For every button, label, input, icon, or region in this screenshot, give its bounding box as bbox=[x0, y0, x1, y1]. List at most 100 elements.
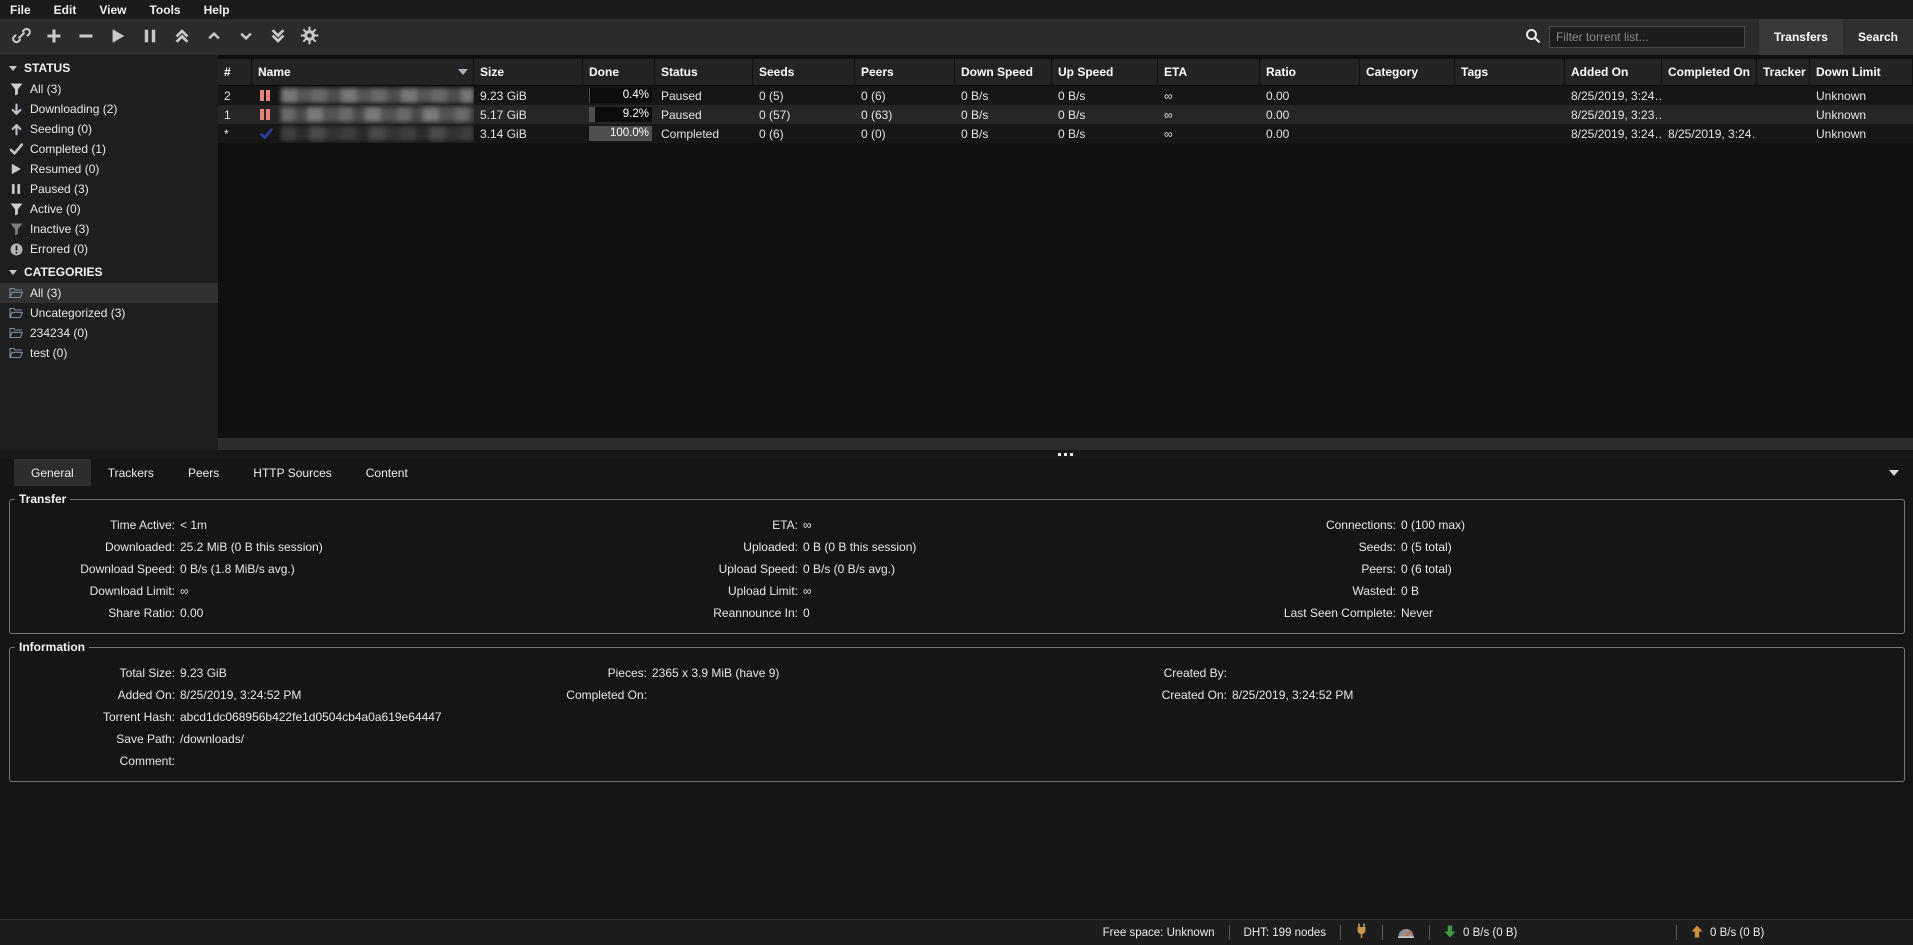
cell-added_on: 8/25/2019, 3:23… bbox=[1565, 105, 1662, 124]
sidebar-item-uncategorized-3-[interactable]: Uncategorized (3) bbox=[0, 303, 218, 323]
toolbar-resume-button[interactable] bbox=[104, 23, 131, 51]
field-label: Download Limit: bbox=[10, 580, 175, 602]
column-header-up-speed[interactable]: Up Speed bbox=[1052, 59, 1158, 85]
torrent-row[interactable]: 15.17 GiB9.2%Paused0 (57)0 (63)0 B/s0 B/… bbox=[218, 105, 1913, 124]
field-value: 0 bbox=[803, 602, 810, 624]
field-row: Torrent Hash:abcd1dc068956b422fe1d0504cb… bbox=[10, 706, 555, 728]
column-header-added-on[interactable]: Added On bbox=[1565, 59, 1662, 85]
toolbar-increase-priority-button[interactable] bbox=[200, 23, 227, 51]
toolbar-add-torrent-file-button[interactable] bbox=[40, 23, 67, 51]
sidebar-section-header-categories[interactable]: CATEGORIES bbox=[0, 259, 218, 283]
sidebar-section-title: CATEGORIES bbox=[24, 265, 102, 279]
field-value: 0 B/s (0 B/s avg.) bbox=[803, 558, 895, 580]
progress-label: 9.2% bbox=[623, 107, 649, 122]
column-header-peers[interactable]: Peers bbox=[855, 59, 955, 85]
column-header-seeds[interactable]: Seeds bbox=[753, 59, 855, 85]
tab-general[interactable]: General bbox=[14, 459, 91, 486]
cell-up_speed: 0 B/s bbox=[1052, 124, 1158, 143]
sidebar-item-paused-3-[interactable]: Paused (3) bbox=[0, 179, 218, 199]
sidebar-item-test-0-[interactable]: test (0) bbox=[0, 343, 218, 363]
cell-value: 0 (63) bbox=[861, 108, 892, 122]
column-header-down-speed[interactable]: Down Speed bbox=[955, 59, 1052, 85]
field-label: Created By: bbox=[1145, 662, 1227, 684]
column-header-done[interactable]: Done bbox=[583, 59, 655, 85]
toolbar-delete-torrent-button[interactable] bbox=[72, 23, 99, 51]
connection-status[interactable] bbox=[1341, 923, 1382, 942]
field-value: ∞ bbox=[803, 580, 812, 602]
field-value: 0 (100 max) bbox=[1401, 514, 1465, 536]
splitter-handle-icon[interactable] bbox=[218, 453, 1913, 456]
sidebar-item-234234-0-[interactable]: 234234 (0) bbox=[0, 323, 218, 343]
cell-category bbox=[1360, 86, 1455, 105]
toolbar-decrease-priority-button[interactable] bbox=[232, 23, 259, 51]
toolbar-bottom-priority-button[interactable] bbox=[264, 23, 291, 51]
cell-seeds: 0 (5) bbox=[753, 86, 855, 105]
menu-edit[interactable]: Edit bbox=[54, 3, 77, 17]
toolbar-right: TransfersSearch bbox=[1525, 19, 1913, 55]
sidebar-section-header-status[interactable]: STATUS bbox=[0, 55, 218, 79]
column-header-category[interactable]: Category bbox=[1360, 59, 1455, 85]
column-header-status[interactable]: Status bbox=[655, 59, 753, 85]
cell-ratio: 0.00 bbox=[1260, 124, 1360, 143]
column-header-name[interactable]: Name bbox=[252, 59, 474, 85]
speed-limits-toggle[interactable] bbox=[1383, 924, 1429, 941]
chevron-down-icon bbox=[9, 66, 17, 71]
toolbar-pause-button[interactable] bbox=[136, 23, 163, 51]
sidebar-item-label: Active (0) bbox=[30, 202, 81, 216]
cell-value: 1 bbox=[224, 108, 231, 122]
column-header-ratio[interactable]: Ratio bbox=[1260, 59, 1360, 85]
sidebar-item-resumed-0-[interactable]: Resumed (0) bbox=[0, 159, 218, 179]
field-row: Pieces:2365 x 3.9 MiB (have 9) bbox=[555, 662, 1145, 684]
torrent-row[interactable]: *3.14 GiB100.0%Completed0 (6)0 (0)0 B/s0… bbox=[218, 124, 1913, 143]
column-header-tracker[interactable]: Tracker bbox=[1757, 59, 1810, 85]
toolbar-options-button[interactable] bbox=[296, 23, 323, 51]
sidebar-item-downloading-2-[interactable]: Downloading (2) bbox=[0, 99, 218, 119]
chevron-down-icon[interactable] bbox=[1889, 470, 1899, 476]
tab-content[interactable]: Content bbox=[349, 459, 425, 486]
information-legend: Information bbox=[15, 640, 89, 654]
progress-bar: 0.4% bbox=[589, 88, 652, 103]
column-header-tags[interactable]: Tags bbox=[1455, 59, 1565, 85]
cell-category bbox=[1360, 124, 1455, 143]
view-tab-transfers[interactable]: Transfers bbox=[1759, 19, 1843, 55]
sidebar-item-active-0-[interactable]: Active (0) bbox=[0, 199, 218, 219]
column-header-label: Name bbox=[258, 65, 291, 79]
sidebar-item-inactive-3-[interactable]: Inactive (3) bbox=[0, 219, 218, 239]
menu-view[interactable]: View bbox=[99, 3, 126, 17]
menu-help[interactable]: Help bbox=[204, 3, 230, 17]
torrent-filter-input[interactable] bbox=[1549, 26, 1745, 48]
cell-value: 0 (6) bbox=[861, 89, 886, 103]
column-header-size[interactable]: Size bbox=[474, 59, 583, 85]
cell-value: 0 B/s bbox=[961, 127, 988, 141]
column-header-eta[interactable]: ETA bbox=[1158, 59, 1260, 85]
horizontal-scrollbar[interactable] bbox=[218, 438, 1913, 450]
toolbar-add-torrent-link-button[interactable] bbox=[8, 23, 35, 51]
sidebar-item-completed-1-[interactable]: Completed (1) bbox=[0, 139, 218, 159]
menu-tools[interactable]: Tools bbox=[149, 3, 180, 17]
panel-splitter[interactable] bbox=[0, 450, 1913, 459]
column-header-completed-on[interactable]: Completed On bbox=[1662, 59, 1757, 85]
column-header--[interactable]: # bbox=[218, 59, 252, 85]
view-tab-search[interactable]: Search bbox=[1843, 19, 1913, 55]
sidebar-item-all-3-[interactable]: All (3) bbox=[0, 283, 218, 303]
field-column: ETA:∞Uploaded:0 B (0 B this session)Uplo… bbox=[610, 514, 1230, 624]
information-grid: Total Size:9.23 GiBAdded On:8/25/2019, 3… bbox=[10, 662, 1904, 772]
sidebar-item-all-3-[interactable]: All (3) bbox=[0, 79, 218, 99]
torrent-row[interactable]: 29.23 GiB0.4%Paused0 (5)0 (6)0 B/s0 B/s∞… bbox=[218, 86, 1913, 105]
tab-http-sources[interactable]: HTTP Sources bbox=[236, 459, 348, 486]
field-value: /downloads/ bbox=[180, 728, 244, 750]
cell-value: 0.00 bbox=[1266, 89, 1289, 103]
toolbar-top-priority-button[interactable] bbox=[168, 23, 195, 51]
tab-peers[interactable]: Peers bbox=[171, 459, 236, 486]
column-header-label: Category bbox=[1366, 65, 1418, 79]
tab-trackers[interactable]: Trackers bbox=[91, 459, 171, 486]
filter-search-wrap bbox=[1525, 26, 1745, 48]
cell-tracker bbox=[1757, 124, 1810, 143]
sidebar-item-errored-0-[interactable]: Errored (0) bbox=[0, 239, 218, 259]
column-header-down-limit[interactable]: Down Limit bbox=[1810, 59, 1913, 85]
menu-file[interactable]: File bbox=[10, 3, 31, 17]
field-column: Created By:Created On:8/25/2019, 3:24:52… bbox=[1145, 662, 1904, 772]
cell-tracker bbox=[1757, 105, 1810, 124]
sidebar-item-seeding-0-[interactable]: Seeding (0) bbox=[0, 119, 218, 139]
cell-value: Paused bbox=[661, 89, 702, 103]
